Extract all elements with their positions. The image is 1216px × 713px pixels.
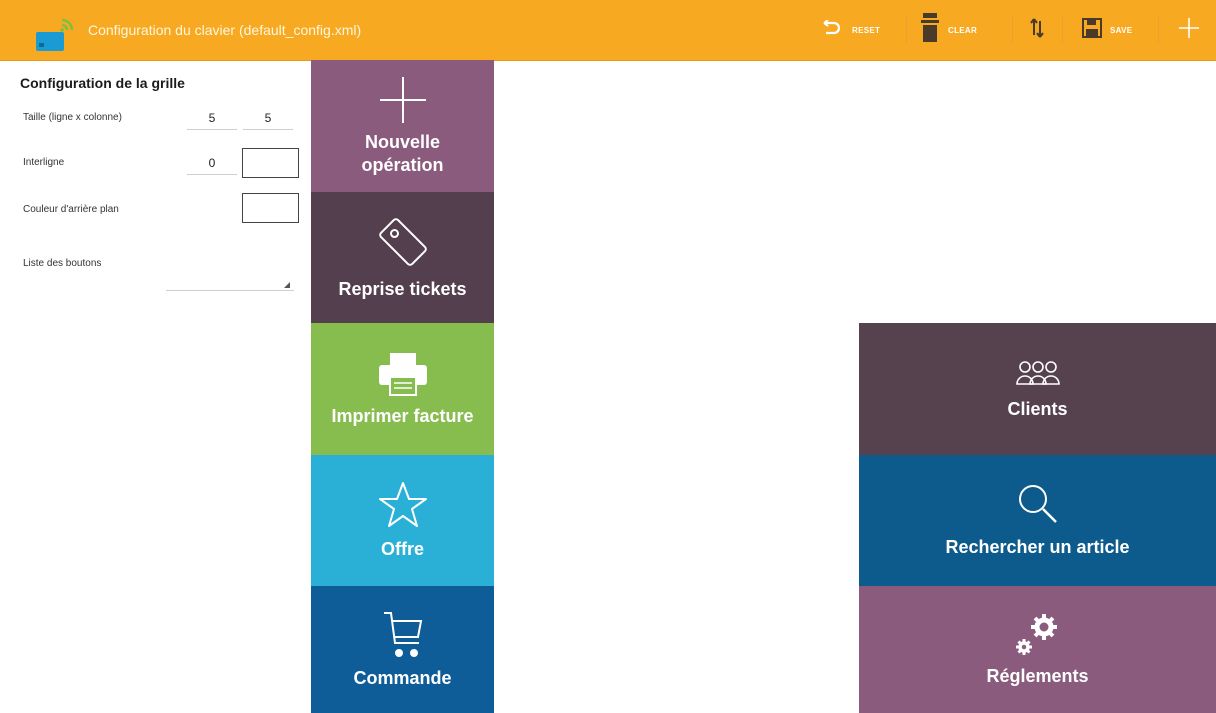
spacing-label: Interligne: [23, 157, 65, 168]
tile-label: Clients: [1007, 398, 1068, 419]
tile-order[interactable]: Commande: [311, 586, 494, 713]
tile-label: Reprise tickets: [338, 279, 467, 299]
dropdown-arrow-icon: [284, 282, 290, 288]
star-icon: [378, 480, 428, 530]
app-logo-icon: [34, 14, 78, 54]
toolbar-divider: [1062, 16, 1063, 44]
panel-title: Configuration de la grille: [20, 75, 185, 91]
ticket-icon: [375, 214, 431, 270]
spacing-input[interactable]: 0: [187, 152, 237, 175]
tile-payments[interactable]: Réglements: [859, 586, 1216, 713]
plus-icon: [1178, 17, 1200, 44]
tile-ticket-recovery[interactable]: Reprise tickets: [311, 192, 494, 323]
size-label: Taille (ligne x colonne): [23, 112, 122, 123]
background-color-label: Couleur d'arrière plan: [23, 204, 119, 215]
tile-label: Nouvelle opération: [361, 132, 444, 175]
rows-input[interactable]: 5: [187, 107, 237, 130]
buttons-list-label: Liste des boutons: [23, 258, 102, 269]
tile-label: Offre: [380, 539, 424, 559]
cart-icon: [381, 609, 425, 661]
tile-print-invoice[interactable]: Imprimer facture: [311, 323, 494, 455]
tile-new-operation[interactable]: Nouvelle opération: [311, 60, 494, 192]
search-icon: [1016, 482, 1060, 526]
users-icon: [1015, 358, 1061, 388]
printer-icon: [376, 351, 430, 397]
tile-offer[interactable]: Offre: [311, 455, 494, 586]
tile-clients[interactable]: Clients: [859, 323, 1216, 455]
plus-icon: [378, 75, 428, 125]
add-button[interactable]: [1178, 0, 1200, 60]
toolbar-divider: [906, 16, 907, 44]
undo-icon: [822, 18, 844, 41]
columns-input[interactable]: 5: [243, 107, 293, 130]
sort-button[interactable]: [1030, 0, 1044, 60]
action-bar: Configuration du clavier (default_config…: [0, 0, 1216, 61]
trash-icon: [920, 12, 940, 48]
tile-search-article[interactable]: Rechercher un article: [859, 455, 1216, 586]
tile-label: Réglements: [986, 666, 1089, 686]
spacing-color-box[interactable]: [242, 148, 299, 178]
save-label: SAVE: [1110, 25, 1133, 35]
reset-button[interactable]: RESET: [822, 0, 880, 60]
save-button[interactable]: SAVE: [1082, 0, 1132, 60]
sort-icon: [1030, 17, 1044, 44]
clear-button[interactable]: CLEAR: [920, 0, 977, 60]
gears-icon: [1012, 611, 1064, 659]
grid-config-panel: Configuration de la grille Taille (ligne…: [0, 61, 311, 713]
save-icon: [1082, 17, 1102, 43]
reset-label: RESET: [852, 25, 881, 35]
toolbar-divider: [1012, 16, 1013, 44]
clear-label: CLEAR: [948, 25, 978, 35]
tile-label: Rechercher un article: [945, 537, 1130, 557]
tile-label: Imprimer facture: [331, 405, 474, 426]
toolbar-divider: [1158, 16, 1159, 44]
tile-label: Commande: [353, 668, 452, 688]
buttons-list-dropdown[interactable]: [166, 274, 294, 291]
window-title: Configuration du clavier (default_config…: [88, 22, 362, 38]
background-color-box[interactable]: [242, 193, 299, 223]
